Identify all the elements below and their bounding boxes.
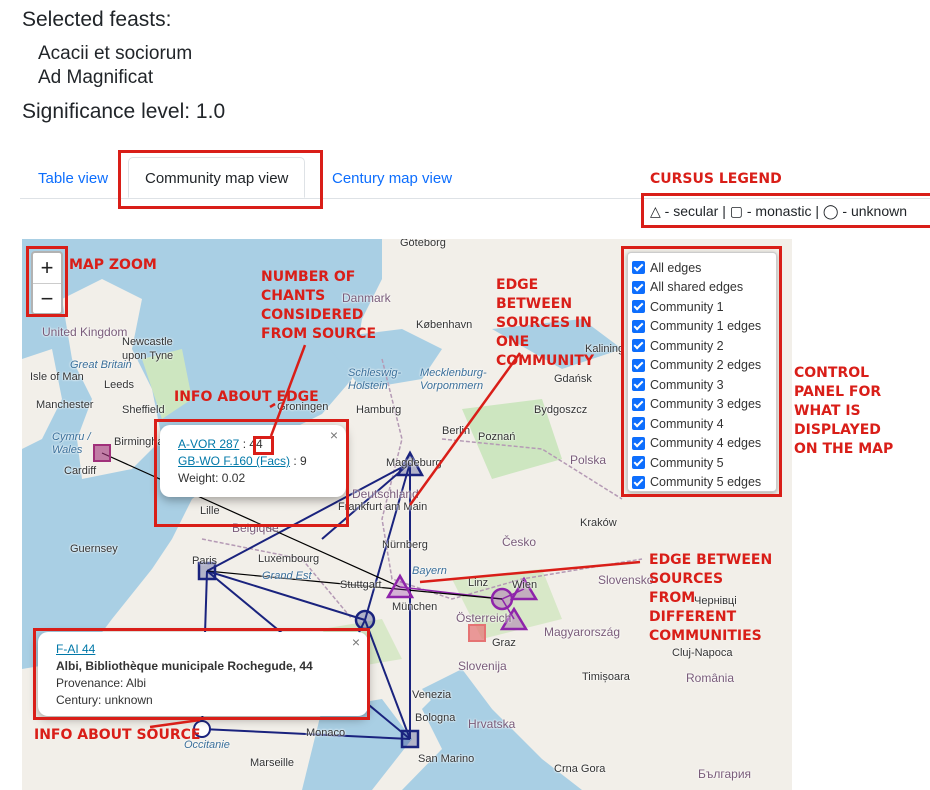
annotation-arrows	[149, 344, 641, 729]
annotation-info-source: INFO ABOUT SOURCE	[34, 727, 201, 743]
annotation-edge-same-community: EDGE BETWEEN SOURCES IN ONE COMMUNITY	[496, 277, 595, 369]
annotation-cursus-legend: CURSUS LEGEND	[650, 171, 782, 187]
annotation-number-of-chants: NUMBER OF CHANTS CONSIDERED FROM SOURCE	[261, 269, 377, 342]
annotation-info-edge: INFO ABOUT EDGE	[174, 389, 319, 405]
annotation-map-zoom: MAP ZOOM	[69, 257, 157, 273]
annotation-edge-different-communities: EDGE BETWEEN SOURCES FROM DIFFERENT COMM…	[649, 552, 773, 644]
annotation-control-panel: CONTROL PANEL FOR WHAT IS DISPLAYED ON T…	[794, 365, 894, 457]
